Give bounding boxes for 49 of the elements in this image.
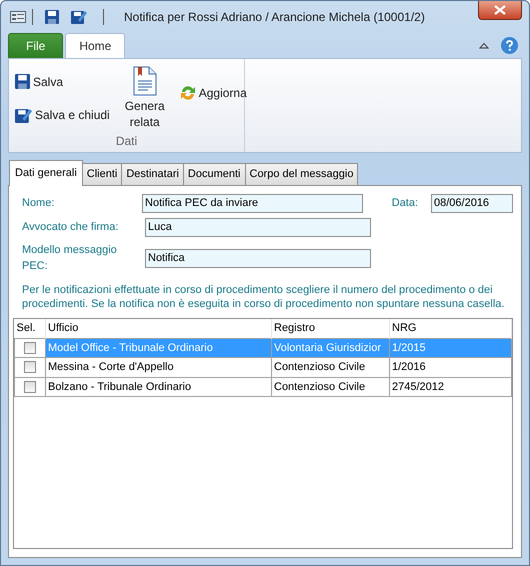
date-field[interactable]: 08/06/2016 bbox=[431, 194, 513, 212]
text-field[interactable]: Luca bbox=[145, 218, 371, 236]
window-title: Notifica per Rossi Adriano / Arancione Michela (10001/2) bbox=[124, 9, 425, 26]
field-label: Modello messaggio PEC: bbox=[21, 242, 118, 274]
group-label: Dati bbox=[114, 133, 138, 150]
column-header[interactable]: Ufficio bbox=[46, 319, 272, 338]
column-header[interactable]: NRG bbox=[390, 319, 512, 338]
field-label: Nome: bbox=[21, 196, 56, 211]
field-label: Avvocato che firma: bbox=[21, 220, 120, 235]
ribbon-button[interactable]: Genera relata bbox=[120, 65, 170, 132]
column-header[interactable]: Registro bbox=[272, 319, 390, 338]
column-header[interactable]: Sel. bbox=[14, 319, 46, 338]
table-cell: Volontaria Giurisdizior bbox=[272, 338, 390, 358]
table-cell: Contenzioso Civile bbox=[272, 358, 390, 378]
form-tab[interactable]: Dati generali bbox=[9, 160, 83, 186]
form-tab[interactable]: Clienti bbox=[82, 163, 122, 184]
save-icon[interactable] bbox=[45, 10, 59, 24]
table-cell: Messina - Corte d'Appello bbox=[46, 358, 272, 378]
instruction-text: Per le notificazioni effettuate in corso di procedimento scegliere il numero del procedimento o dei procedimenti. Se la notifica non è eseguita in corso di procedimento non spuntare nessuna casella. bbox=[21, 282, 506, 312]
form-tab[interactable]: Documenti bbox=[182, 163, 246, 184]
document-icon bbox=[132, 66, 157, 96]
save-edit-icon bbox=[15, 106, 32, 124]
form-tab[interactable]: Destinatari bbox=[121, 163, 184, 184]
close-icon bbox=[494, 5, 506, 15]
help-icon[interactable] bbox=[501, 37, 518, 54]
text-field[interactable]: Notifica PEC da inviare bbox=[142, 194, 363, 212]
checkbox[interactable] bbox=[24, 342, 36, 354]
table-cell: 1/2016 bbox=[390, 358, 512, 378]
ribbon-tab[interactable]: Home bbox=[65, 33, 126, 58]
form-icon[interactable] bbox=[10, 11, 26, 23]
collapse-ribbon-icon[interactable] bbox=[479, 42, 489, 49]
close-button[interactable] bbox=[478, 1, 522, 20]
ribbon-button[interactable]: Aggiorna bbox=[178, 83, 249, 103]
save-edit-icon[interactable] bbox=[71, 9, 87, 25]
text-field[interactable]: Notifica bbox=[145, 248, 371, 268]
form-tab[interactable]: Corpo del messaggio bbox=[244, 163, 358, 184]
ribbon-button[interactable]: Salva bbox=[13, 72, 112, 92]
field-label: Data: bbox=[390, 196, 418, 211]
file-menu-tab[interactable]: File bbox=[8, 33, 64, 58]
ribbon-button[interactable]: Salva e chiudi bbox=[13, 105, 112, 126]
save-icon bbox=[15, 74, 30, 90]
table-cell: 1/2015 bbox=[390, 338, 512, 358]
table-cell: Bolzano - Tribunale Ordinario bbox=[46, 377, 272, 397]
checkbox[interactable] bbox=[24, 380, 36, 393]
checkbox[interactable] bbox=[24, 361, 36, 374]
table-cell: 2745/2012 bbox=[390, 377, 512, 397]
table-cell: Contenzioso Civile bbox=[272, 377, 390, 397]
table-cell: Model Office - Tribunale Ordinario bbox=[46, 338, 272, 358]
refresh-icon bbox=[180, 85, 196, 101]
